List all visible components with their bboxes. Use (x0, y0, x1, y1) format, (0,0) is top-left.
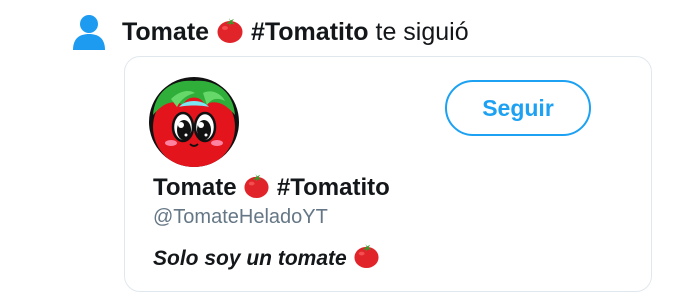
person-icon (73, 15, 105, 50)
tomato-icon (217, 18, 243, 43)
follow-button[interactable]: Seguir (445, 80, 591, 136)
profile-hashtag: #Tomatito (276, 174, 390, 201)
notification-user-name[interactable]: Tomate (122, 18, 209, 46)
profile-bio-text: Solo soy un tomate (153, 247, 347, 270)
profile-bio: Solo soy un tomate (153, 242, 380, 275)
profile-handle: @TomateHeladoYT (153, 206, 328, 228)
notification-action: te siguió (375, 18, 469, 46)
tomato-icon (353, 243, 379, 269)
profile-display-name[interactable]: Tomate #Tomatito (153, 171, 390, 205)
user-card[interactable]: Seguir Tomate #Tomatito @TomateHeladoYT … (124, 56, 652, 292)
tomato-icon (244, 173, 269, 199)
tomato-face-avatar[interactable] (149, 77, 239, 167)
notification-text: Tomate #Tomatito te siguió (122, 15, 469, 49)
follow-notification[interactable]: Tomate #Tomatito te siguió (72, 12, 672, 52)
notification-hashtag[interactable]: #Tomatito (251, 18, 369, 46)
profile-name: Tomate (153, 174, 237, 201)
